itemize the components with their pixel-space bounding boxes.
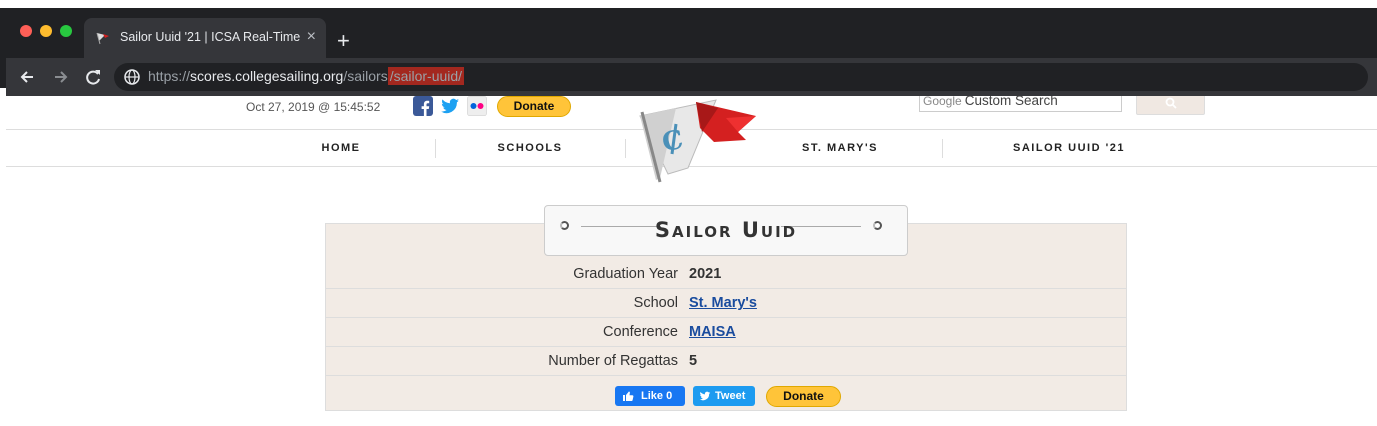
url-highlight: /sailor-uuid/ (387, 67, 465, 85)
url-scheme: https:// (148, 68, 191, 84)
tweet-button[interactable]: Tweet (693, 386, 755, 406)
reload-icon[interactable] (82, 66, 104, 88)
sailing-flag-favicon-icon (96, 32, 109, 45)
row-label: School (633, 295, 678, 311)
nav-divider (942, 139, 943, 158)
timestamp: Oct 27, 2019 @ 15:45:52 (246, 100, 381, 114)
info-row-school: School St. Mary's (326, 289, 1126, 318)
facebook-icon[interactable] (413, 96, 433, 116)
nav-divider (435, 139, 436, 158)
page-title-plaque: Sailor Uuid (544, 205, 908, 256)
url-text: https://scores.collegesailing.org/sailor… (148, 67, 465, 85)
address-bar[interactable]: https://scores.collegesailing.org/sailor… (114, 63, 1368, 91)
new-tab-button[interactable]: + (337, 29, 350, 53)
tweet-label: Tweet (715, 390, 746, 402)
conference-link[interactable]: MAISA (689, 324, 736, 340)
browser-toolbar: https://scores.collegesailing.org/sailor… (6, 58, 1377, 96)
row-value: MAISA (689, 324, 736, 340)
donate-button-top[interactable]: Donate (497, 96, 571, 117)
page-title: Sailor Uuid (654, 218, 798, 242)
minimize-window-button[interactable] (40, 25, 52, 37)
social-links (413, 96, 487, 116)
nav-item-schools[interactable]: SCHOOLS (455, 130, 605, 166)
nav-item-sailor[interactable]: Sailor Uuid '21 (969, 130, 1169, 166)
like-label: Like 0 (641, 390, 673, 402)
url-path: /sailors (343, 68, 388, 84)
search-brand: Google (923, 94, 962, 108)
row-label: Conference (603, 324, 678, 340)
row-label: Graduation Year (573, 266, 678, 282)
forward-arrow-icon[interactable] (50, 66, 72, 88)
school-link[interactable]: St. Mary's (689, 295, 757, 311)
url-host: scores.collegesailing.org (190, 68, 344, 84)
tab-title: Sailor Uuid '21 | ICSA Real-Time (120, 30, 300, 44)
nav-item-school[interactable]: St. Mary's (750, 130, 930, 166)
flickr-icon[interactable] (467, 96, 487, 116)
facebook-like-button[interactable]: Like 0 (615, 386, 685, 406)
twitter-icon[interactable] (440, 96, 460, 116)
search-icon (1165, 97, 1177, 109)
web-page: Oct 27, 2019 @ 15:45:52 Donate Google Cus… (6, 88, 1377, 426)
icsa-flag-logo-icon[interactable]: C (638, 98, 773, 183)
row-label: Number of Regattas (548, 353, 678, 369)
back-arrow-icon[interactable] (16, 66, 38, 88)
row-value: 5 (689, 353, 698, 369)
browser-tab[interactable]: Sailor Uuid '21 | ICSA Real-Time × (84, 18, 326, 58)
nav-item-home[interactable]: HOME (266, 130, 416, 166)
row-value: St. Mary's (689, 295, 757, 311)
globe-icon (124, 69, 140, 85)
tab-close-icon[interactable]: × (307, 27, 316, 47)
twitter-bird-icon (699, 391, 711, 401)
nav-divider (625, 139, 626, 158)
donate-button-bottom[interactable]: Donate (766, 386, 841, 407)
info-row-graduation-year: Graduation Year 2021 (326, 260, 1126, 289)
info-row-conference: Conference MAISA (326, 318, 1126, 347)
maximize-window-button[interactable] (60, 25, 72, 37)
browser-chrome: Sailor Uuid '21 | ICSA Real-Time × + htt… (0, 0, 1377, 96)
close-window-button[interactable] (20, 25, 32, 37)
row-value: 2021 (689, 266, 722, 282)
info-row-regattas: Number of Regattas 5 (326, 347, 1126, 376)
thumbs-up-icon (623, 391, 634, 401)
